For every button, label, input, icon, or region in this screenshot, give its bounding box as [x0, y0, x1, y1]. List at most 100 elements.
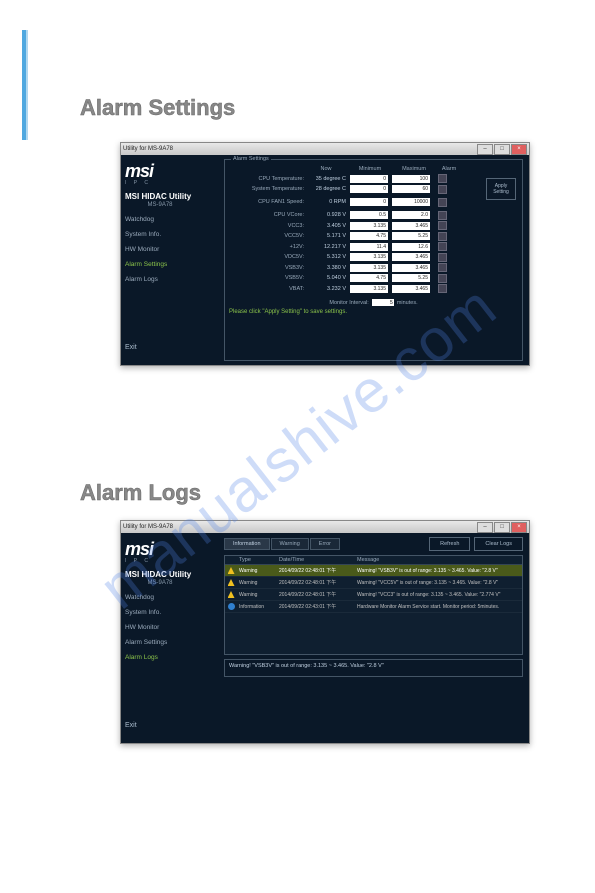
sidebar: msi I P C MSI HIDAC Utility MS-9A78 Watc…	[121, 155, 224, 365]
nav-hw-monitor[interactable]: HW Monitor	[125, 244, 220, 255]
close-button[interactable]: ×	[511, 522, 527, 533]
apply-setting-button[interactable]: Apply Setting	[486, 178, 516, 200]
setting-now: 3.380 V	[308, 265, 350, 271]
nav-system-info[interactable]: System Info.	[125, 607, 220, 618]
interval-unit: minutes.	[397, 300, 418, 306]
setting-max-input[interactable]	[392, 222, 430, 230]
alarm-checkbox[interactable]	[438, 198, 447, 207]
alarm-checkbox[interactable]	[438, 263, 447, 272]
setting-now: 5.312 V	[308, 254, 350, 260]
titlebar: Utility for MS-9A78 – □ ×	[121, 521, 529, 533]
nav-alarm-logs[interactable]: Alarm Logs	[125, 652, 220, 663]
alarm-checkbox[interactable]	[438, 232, 447, 241]
header-min: Minimum	[348, 166, 392, 172]
nav-system-info[interactable]: System Info.	[125, 229, 220, 240]
tab-warning[interactable]: Warning	[271, 538, 309, 550]
setting-min-input[interactable]	[350, 253, 388, 261]
alarm-checkbox[interactable]	[438, 185, 447, 194]
window-title: Utility for MS-9A78	[123, 524, 173, 530]
setting-max-input[interactable]	[392, 243, 430, 251]
setting-min-input[interactable]	[350, 211, 388, 219]
log-datetime: 2014/09/22 02:48:01 下午	[279, 567, 357, 574]
log-row[interactable]: Warning2014/09/22 02:48:01 下午Warning! "V…	[225, 577, 522, 589]
header-alarm: Alarm	[436, 166, 462, 172]
log-header-message: Message	[357, 557, 522, 563]
setting-label: VSB3V:	[229, 265, 308, 271]
setting-label: CPU Temperature:	[229, 176, 308, 182]
setting-now: 0 RPM	[308, 199, 350, 205]
log-message: Warning! "VCC3" is out of range: 3.135 ~…	[357, 592, 522, 598]
log-header-datetime: Date/Time	[279, 557, 357, 563]
nav-alarm-settings[interactable]: Alarm Settings	[125, 259, 220, 270]
info-icon	[228, 603, 235, 610]
setting-min-input[interactable]	[350, 274, 388, 282]
setting-row: CPU VCore:0.928 V	[229, 211, 518, 220]
setting-label: +12V:	[229, 244, 308, 250]
setting-row: +12V:12.217 V	[229, 242, 518, 251]
brand: MSI HIDAC Utility	[125, 192, 220, 201]
log-row[interactable]: Information2014/09/22 02:43:01 下午Hardwar…	[225, 601, 522, 613]
alarm-checkbox[interactable]	[438, 221, 447, 230]
alarm-checkbox[interactable]	[438, 253, 447, 262]
log-header-type: Type	[237, 557, 279, 563]
log-type: Warning	[237, 580, 279, 586]
alarm-checkbox[interactable]	[438, 274, 447, 283]
log-message: Warning! "VCC5V" is out of range: 3.135 …	[357, 580, 522, 586]
alarm-checkbox[interactable]	[438, 174, 447, 183]
maximize-button[interactable]: □	[494, 144, 510, 155]
nav-alarm-logs[interactable]: Alarm Logs	[125, 274, 220, 285]
nav-hw-monitor[interactable]: HW Monitor	[125, 622, 220, 633]
alarm-checkbox[interactable]	[438, 284, 447, 293]
setting-min-input[interactable]	[350, 285, 388, 293]
setting-now: 3.232 V	[308, 286, 350, 292]
setting-min-input[interactable]	[350, 185, 388, 193]
log-row[interactable]: Warning2014/09/22 02:48:01 下午Warning! "V…	[225, 565, 522, 577]
close-button[interactable]: ×	[511, 144, 527, 155]
refresh-button[interactable]: Refresh	[429, 537, 470, 551]
setting-now: 12.217 V	[308, 244, 350, 250]
maximize-button[interactable]: □	[494, 522, 510, 533]
setting-max-input[interactable]	[392, 285, 430, 293]
setting-max-input[interactable]	[392, 175, 430, 183]
setting-label: System Temperature:	[229, 186, 308, 192]
model: MS-9A78	[125, 580, 195, 586]
setting-now: 3.405 V	[308, 223, 350, 229]
tab-information[interactable]: Information	[224, 538, 270, 550]
setting-max-input[interactable]	[392, 198, 430, 206]
clear-logs-button[interactable]: Clear Logs	[474, 537, 523, 551]
settings-panel: Alarm Settings Now Minimum Maximum Alarm…	[224, 155, 529, 365]
window-alarm-settings: Utility for MS-9A78 – □ × msi I P C MSI …	[120, 142, 530, 366]
setting-max-input[interactable]	[392, 253, 430, 261]
logo-sub: I P C	[125, 180, 220, 186]
alarm-checkbox[interactable]	[438, 242, 447, 251]
setting-min-input[interactable]	[350, 232, 388, 240]
setting-now: 35 degree C	[308, 176, 350, 182]
nav-watchdog[interactable]: Watchdog	[125, 592, 220, 603]
setting-min-input[interactable]	[350, 222, 388, 230]
alarm-checkbox[interactable]	[438, 211, 447, 220]
minimize-button[interactable]: –	[477, 144, 493, 155]
setting-min-input[interactable]	[350, 175, 388, 183]
setting-min-input[interactable]	[350, 243, 388, 251]
setting-max-input[interactable]	[392, 185, 430, 193]
setting-max-input[interactable]	[392, 232, 430, 240]
setting-max-input[interactable]	[392, 211, 430, 219]
exit-button[interactable]: Exit	[125, 344, 220, 359]
setting-label: VDC5V:	[229, 254, 308, 260]
setting-max-input[interactable]	[392, 274, 430, 282]
interval-label: Monitor Interval:	[329, 300, 368, 306]
nav-alarm-settings[interactable]: Alarm Settings	[125, 637, 220, 648]
setting-label: VCC3:	[229, 223, 308, 229]
setting-min-input[interactable]	[350, 198, 388, 206]
setting-max-input[interactable]	[392, 264, 430, 272]
nav-watchdog[interactable]: Watchdog	[125, 214, 220, 225]
interval-input[interactable]	[372, 299, 394, 306]
minimize-button[interactable]: –	[477, 522, 493, 533]
brand: MSI HIDAC Utility	[125, 570, 220, 579]
log-message: Hardware Monitor Alarm Service start. Mo…	[357, 604, 522, 610]
setting-min-input[interactable]	[350, 264, 388, 272]
exit-button[interactable]: Exit	[125, 722, 220, 737]
log-row[interactable]: Warning2014/09/22 02:48:01 下午Warning! "V…	[225, 589, 522, 601]
log-message: Warning! "VSB3V" is out of range: 3.135 …	[357, 568, 522, 574]
tab-error[interactable]: Error	[310, 538, 340, 550]
